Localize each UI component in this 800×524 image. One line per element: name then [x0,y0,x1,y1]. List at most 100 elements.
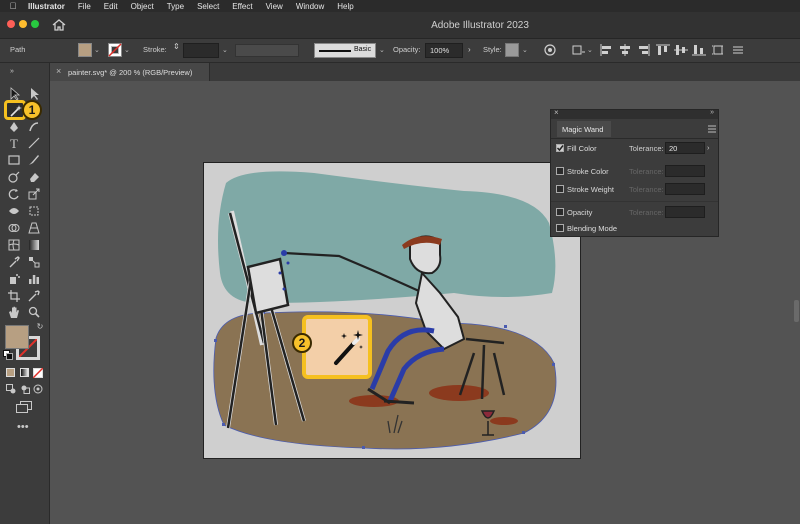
opacity-checkbox[interactable] [556,208,564,216]
magic-wand-panel-tab[interactable]: Magic Wand [557,121,611,137]
painter-artwork[interactable] [204,163,581,459]
document-tab[interactable]: × painter.svg* @ 200 % (RGB/Preview) [50,63,210,81]
align-middle-icon[interactable] [674,44,688,56]
panel-collapse-icon[interactable]: » [710,109,714,116]
panel-menu-icon[interactable] [707,125,717,133]
width-tool-icon[interactable] [8,205,24,219]
color-mode-button[interactable] [6,368,15,377]
variable-width-profile[interactable] [235,44,299,57]
rectangle-tool-icon[interactable] [8,154,24,168]
slice-tool-icon[interactable] [28,290,44,304]
type-tool-icon[interactable]: T [6,137,22,151]
shaper-tool-icon[interactable] [8,171,24,185]
symbol-sprayer-tool-icon[interactable] [8,273,24,287]
gradient-tool-icon[interactable] [28,239,44,253]
apple-menu-icon[interactable]:  [6,1,20,11]
minimize-window-button[interactable] [19,20,27,28]
stroke-dropdown-chevron-icon[interactable]: ⌄ [124,46,130,54]
align-top-icon[interactable] [656,44,670,56]
eraser-tool-icon[interactable] [28,171,44,185]
align-center-icon[interactable] [618,44,632,56]
mesh-tool-icon[interactable] [8,239,24,253]
pen-tool-icon[interactable] [8,121,24,135]
draw-behind-icon[interactable] [20,384,30,394]
eyedropper-tool-icon[interactable] [8,256,24,270]
align-to-icon[interactable] [572,44,586,56]
brush-chevron-icon[interactable]: ⌄ [379,46,385,54]
graphic-style-swatch[interactable] [505,43,519,57]
magic-wand-tool-icon [10,105,22,117]
close-tab-icon[interactable]: × [56,66,61,76]
stroke-weight-label: Stroke Weight [567,185,614,194]
stroke-swatch-none-icon[interactable] [108,43,122,57]
fill-tolerance-arrow-icon[interactable]: › [707,143,710,152]
free-transform-tool-icon[interactable] [28,205,44,219]
blending-mode-checkbox[interactable] [556,224,564,232]
fill-color-checkbox[interactable] [556,144,564,152]
curvature-tool-icon[interactable] [28,121,44,135]
selection-tool-icon[interactable] [8,87,24,101]
vertical-scrollbar-thumb[interactable] [794,300,799,322]
zoom-window-button[interactable] [31,20,39,28]
align-bottom-icon[interactable] [692,44,706,56]
shape-builder-tool-icon[interactable] [8,222,24,236]
zoom-tool-icon[interactable] [28,306,44,320]
align-left-icon[interactable] [600,44,614,56]
app-menu[interactable]: Illustrator [28,2,65,11]
artboard-tool-icon[interactable] [8,290,24,304]
none-mode-button[interactable] [33,368,43,378]
toolbar-collapse-icon[interactable]: » [4,65,20,79]
rotate-tool-icon[interactable] [8,188,24,202]
column-graph-tool-icon[interactable] [28,273,44,287]
opacity-field[interactable]: 100% [425,43,463,58]
fill-swatch[interactable] [78,43,92,57]
menu-type[interactable]: Type [167,2,184,11]
stroke-color-checkbox[interactable] [556,167,564,175]
perspective-grid-tool-icon[interactable] [28,222,44,236]
menu-view[interactable]: View [266,2,283,11]
stroke-stepper[interactable]: ⇕ [173,42,180,51]
artboard[interactable] [203,162,581,459]
menu-help[interactable]: Help [337,2,353,11]
scale-tool-icon[interactable] [28,188,44,202]
menu-window[interactable]: Window [296,2,324,11]
menu-edit[interactable]: Edit [104,2,118,11]
fill-tolerance-input[interactable]: 20 [665,142,705,154]
direct-selection-tool-icon[interactable] [28,87,44,101]
swap-fill-stroke-icon[interactable]: ↻ [32,320,48,334]
recolor-artwork-icon[interactable] [544,44,556,56]
menu-object[interactable]: Object [131,2,154,11]
fill-dropdown-chevron-icon[interactable]: ⌄ [94,46,100,54]
stroke-weight-checkbox[interactable] [556,185,564,193]
panel-close-icon[interactable]: × [554,108,559,117]
draw-inside-icon[interactable] [33,384,43,394]
align-to-chevron-icon[interactable]: ⌄ [587,46,593,54]
menu-file[interactable]: File [78,2,91,11]
stroke-weight-field[interactable] [183,43,219,58]
blend-tool-icon[interactable] [28,256,44,270]
hand-tool-icon[interactable] [8,306,24,320]
line-tool-icon[interactable] [28,137,44,151]
change-screen-mode-icon[interactable] [16,401,32,413]
brush-definition[interactable]: Basic [314,43,376,58]
fill-color-label: Fill Color [567,144,597,153]
transform-icon[interactable] [712,44,724,56]
close-window-button[interactable] [7,20,15,28]
paintbrush-tool-icon[interactable] [28,154,44,168]
home-icon[interactable] [52,19,66,31]
menu-effect[interactable]: Effect [232,2,252,11]
control-menu-icon[interactable] [732,45,744,55]
stroke-weight-chevron-icon[interactable]: ⌄ [222,46,228,54]
panel-header[interactable]: × » [551,108,718,119]
opacity-row: Opacity Tolerance: [556,206,716,220]
edit-toolbar-icon[interactable]: ••• [17,421,29,433]
align-right-icon[interactable] [636,44,650,56]
title-bar: Adobe Illustrator 2023 [0,12,800,39]
default-fill-stroke-icon[interactable] [3,350,19,364]
opacity-arrow-icon[interactable]: › [468,45,471,54]
style-chevron-icon[interactable]: ⌄ [522,46,528,54]
draw-normal-icon[interactable] [6,384,16,394]
gradient-mode-button[interactable] [20,368,29,377]
fill-color-swatch[interactable] [5,325,29,349]
menu-select[interactable]: Select [197,2,219,11]
